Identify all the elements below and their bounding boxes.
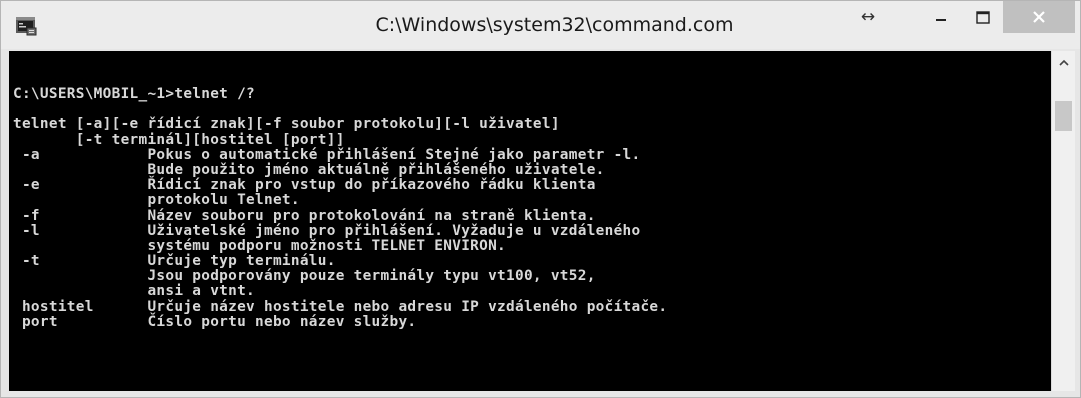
resize-arrow-icon: ↔ xyxy=(860,7,876,27)
console-line: -l Uživatelské jméno pro přihlášení. Vyž… xyxy=(13,222,641,239)
console-line: protokolu Telnet. xyxy=(13,192,300,209)
console-line: -a Pokus o automatické přihlášení Stejné… xyxy=(13,146,641,163)
close-icon xyxy=(1033,11,1045,23)
console-line: -f Název souboru pro protokolování na st… xyxy=(13,207,596,224)
maximize-button[interactable] xyxy=(963,1,1003,33)
console-window: C:\Windows\system32\command.com ↔ C:\USE… xyxy=(0,0,1081,398)
scroll-up-arrow-icon xyxy=(1058,59,1069,66)
console-lines: C:\USERS\MOBIL_~1>telnet /? telnet [-a][-… xyxy=(13,86,668,330)
console-line: hostitel Určuje název hostitele nebo adr… xyxy=(13,298,668,315)
maximize-icon xyxy=(976,10,990,24)
console-line: telnet [-a][-e řídicí znak][-f soubor pr… xyxy=(13,116,560,133)
console-line: port Číslo portu nebo název služby. xyxy=(13,313,417,330)
console-line: Jsou podporovány pouze terminály typu vt… xyxy=(13,268,596,285)
console-line: systému podporu možnosti TELNET ENVIRON. xyxy=(13,237,507,254)
console-line: -t Určuje typ terminálu. xyxy=(13,253,336,270)
window-title: C:\Windows\system32\command.com xyxy=(375,14,734,36)
console-output[interactable]: C:\USERS\MOBIL_~1>telnet /? telnet [-a][-… xyxy=(9,51,1051,391)
console-line: [-t terminál][hostitel [port]] xyxy=(13,131,345,148)
console-line: C:\USERS\MOBIL_~1>telnet /? xyxy=(13,86,256,102)
minimize-icon xyxy=(936,19,946,21)
scroll-up-button[interactable] xyxy=(1052,51,1075,73)
scroll-thumb[interactable] xyxy=(1055,101,1072,131)
console-line: Bude použito jméno aktuálně přihlášeného… xyxy=(13,161,605,178)
minimize-button[interactable] xyxy=(921,1,961,33)
vertical-scrollbar[interactable] xyxy=(1051,51,1075,391)
title-bar[interactable]: C:\Windows\system32\command.com ↔ xyxy=(1,1,1080,49)
console-line: -e Řídicí znak pro vstup do příkazového … xyxy=(13,177,596,194)
console-line: ansi a vtnt. xyxy=(13,283,256,300)
close-button[interactable] xyxy=(1003,1,1075,33)
